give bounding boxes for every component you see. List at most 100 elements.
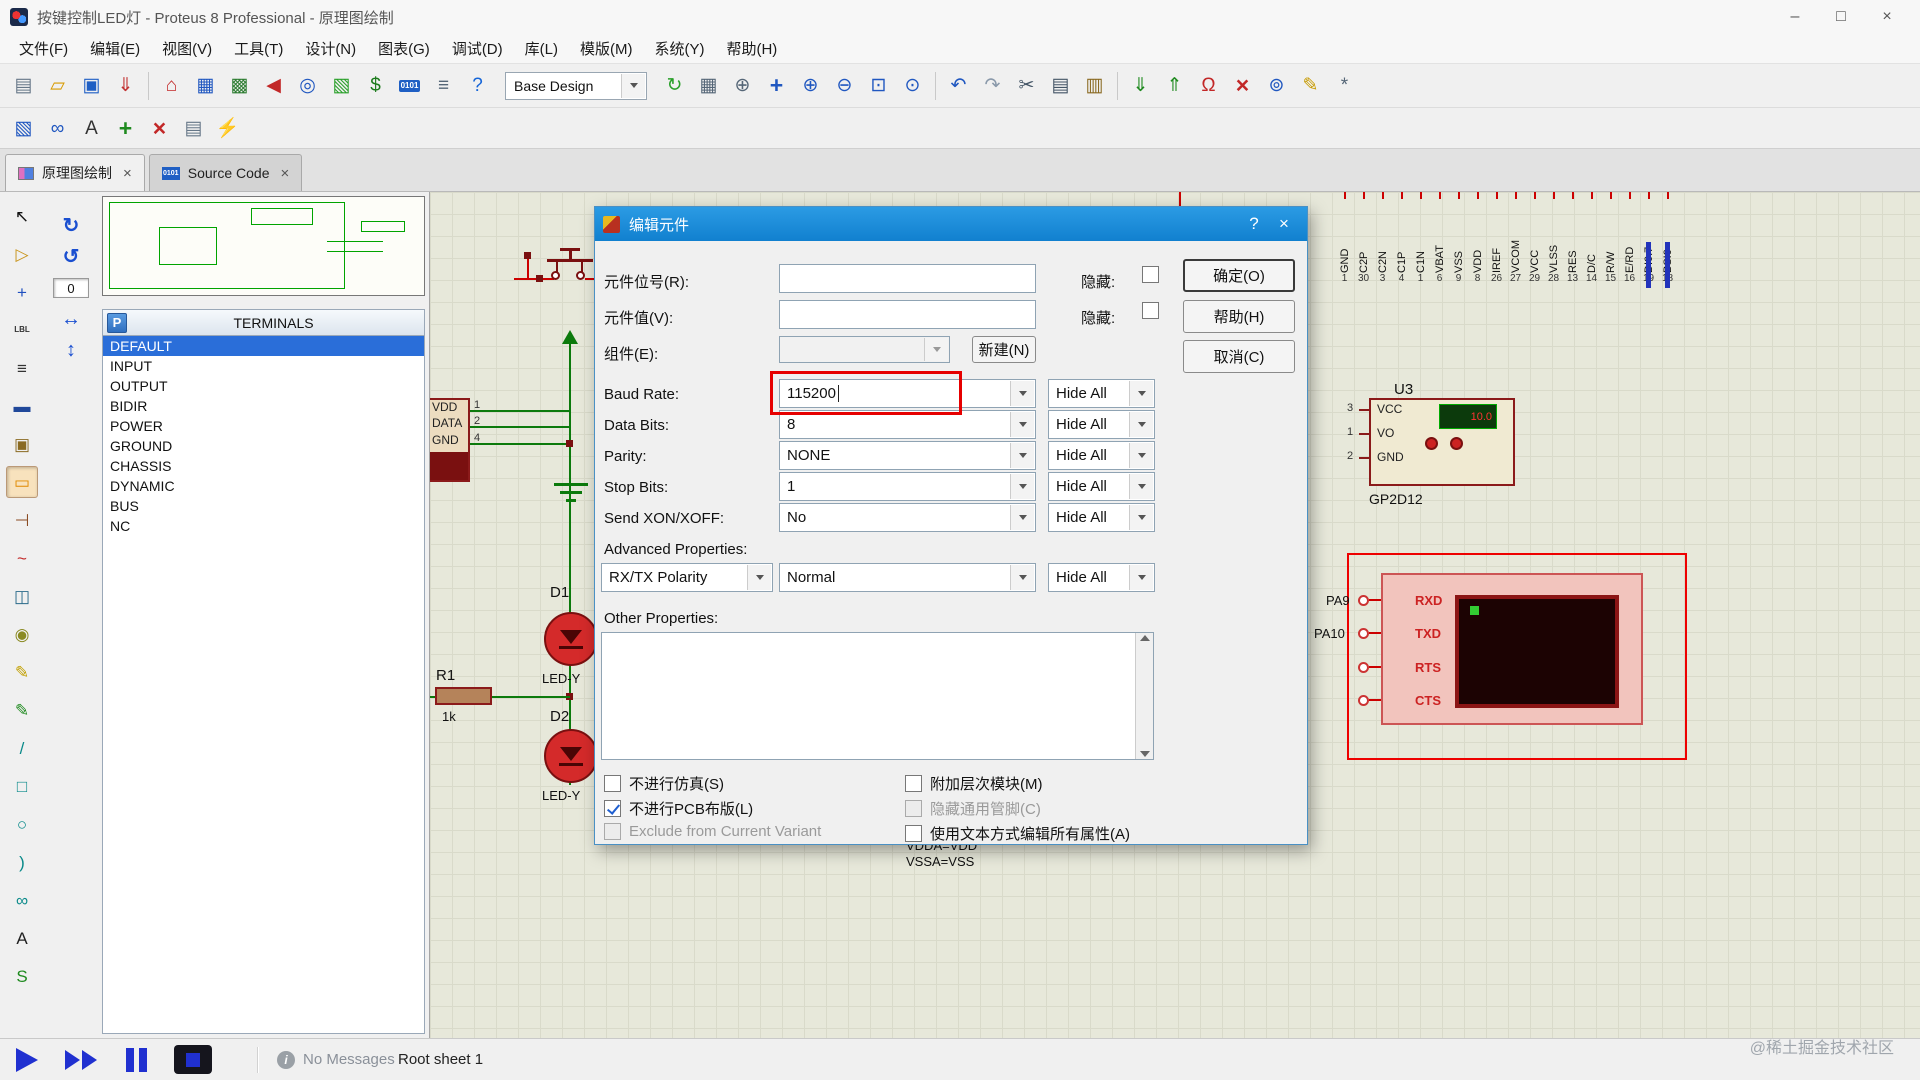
edit-all-properties-checkbox[interactable]: 使用文本方式编辑所有属性(A) [905,823,1130,844]
terminals-list-item[interactable]: BUS [103,496,424,516]
menu-item[interactable]: 图表(G) [367,34,441,63]
goto-sheet-icon[interactable]: ▤ [178,113,209,144]
paste-icon[interactable]: ▥ [1079,70,1110,101]
chevron-down-icon[interactable] [924,338,948,361]
part-ref-input[interactable] [779,264,1036,293]
undo-icon[interactable]: ↶ [943,70,974,101]
hide-value-checkbox[interactable] [1142,302,1159,319]
design-selector[interactable]: Base Design [505,71,647,100]
chevron-down-icon[interactable] [1129,565,1153,590]
tab-close-icon[interactable]: × [123,165,132,182]
menu-item[interactable]: 设计(N) [294,34,367,63]
menu-item[interactable]: 调试(D) [441,34,514,63]
redraw-icon[interactable]: ↻ [659,70,690,101]
chevron-down-icon[interactable] [1010,443,1034,468]
terminals-list-item[interactable]: DYNAMIC [103,476,424,496]
hide-ref-checkbox[interactable] [1142,266,1159,283]
hide-common-pins-checkbox[interactable]: 隐藏通用管脚(C) [905,798,1041,819]
text-2d-icon[interactable]: A [6,922,38,954]
dialog-help-button[interactable]: ? [1239,214,1269,234]
step-button[interactable] [65,1049,99,1070]
info-icon[interactable]: i [277,1050,295,1069]
property-edit-icon[interactable]: ✎ [1295,70,1326,101]
checkbox[interactable] [905,800,922,817]
rotate-ccw-icon[interactable]: ↺ [63,247,80,267]
remove-sheet-icon[interactable]: × [144,113,175,144]
terminals-list-item[interactable]: CHASSIS [103,456,424,476]
selection-mode-icon[interactable]: ↖ [6,200,38,232]
data-bits-visibility-combo[interactable]: Hide All [1048,410,1155,439]
wire-label-mode-icon[interactable]: LBL [6,314,38,346]
chevron-down-icon[interactable] [621,73,645,98]
xonxoff-combo[interactable]: No [779,503,1036,532]
design-notes-icon[interactable]: ≡ [428,70,459,101]
source-code-icon[interactable]: 0101 [394,70,425,101]
parity-visibility-combo[interactable]: Hide All [1048,441,1155,470]
block-move-icon[interactable]: ⇑ [1159,70,1190,101]
import-icon[interactable]: ⇓ [110,70,141,101]
terminals-list-item[interactable]: DEFAULT [103,336,424,356]
3d-view-icon[interactable]: ▧ [326,70,357,101]
path-2d-icon[interactable]: ∞ [6,884,38,916]
voltage-probe-mode-icon[interactable]: ✎ [6,656,38,688]
checkbox[interactable] [604,775,621,792]
checkbox[interactable] [604,823,621,840]
terminals-list-item[interactable]: POWER [103,416,424,436]
other-properties-textarea[interactable] [601,632,1154,760]
rotate-cw-icon[interactable]: ↻ [63,216,80,236]
stop-button[interactable] [174,1045,212,1074]
parity-combo[interactable]: NONE [779,441,1036,470]
oled-header[interactable]: GND 1 C2P 30 C2N 3 C1P 4 C1N 1 VBAT 6 VS… [1335,192,1677,287]
rotation-angle-field[interactable]: 0 [53,278,89,298]
scrollbar[interactable] [1135,633,1153,759]
terminals-mode-icon[interactable]: ▭ [6,466,38,498]
generator-mode-icon[interactable]: ◉ [6,618,38,650]
chevron-down-icon[interactable] [1010,381,1034,406]
chevron-down-icon[interactable] [1010,505,1034,530]
zoom-extents-icon[interactable]: ⊙ [897,70,928,101]
new-file-icon[interactable]: ▤ [8,70,39,101]
dialog-close-button[interactable]: × [1269,214,1299,234]
part-value-input[interactable] [779,300,1036,329]
design-config-icon[interactable]: * [1329,70,1360,101]
chevron-down-icon[interactable] [1010,474,1034,499]
menu-item[interactable]: 工具(T) [223,34,294,63]
origin-icon[interactable]: ⊕ [727,70,758,101]
terminals-list-item[interactable]: BIDIR [103,396,424,416]
menu-item[interactable]: 编辑(E) [79,34,151,63]
tab-source-code[interactable]: 0101 Source Code × [148,154,303,191]
device-pins-mode-icon[interactable]: ⊣ [6,504,38,536]
pick-terminals-button[interactable]: P [107,312,127,333]
dialog-titlebar[interactable]: 编辑元件 ? × [595,207,1307,241]
help-icon[interactable]: ? [462,70,493,101]
current-probe-mode-icon[interactable]: ✎ [6,694,38,726]
baud-rate-combo[interactable]: 115200 [779,379,1036,408]
new-element-button[interactable]: 新建(N) [972,336,1036,363]
save-icon[interactable]: ▣ [76,70,107,101]
junction-mode-icon[interactable]: + [6,276,38,308]
grid-toggle-icon[interactable]: ▦ [693,70,724,101]
exclude-simulation-checkbox[interactable]: 不进行仿真(S) [604,773,724,794]
template-icon[interactable]: ▧ [8,113,39,144]
menu-item[interactable]: 模版(M) [569,34,644,63]
terminals-list-item[interactable]: OUTPUT [103,376,424,396]
cut-icon[interactable]: ✂ [1011,70,1042,101]
chevron-down-icon[interactable] [1010,412,1034,437]
element-combo[interactable] [779,336,950,363]
resistor-body[interactable] [435,687,492,705]
bom-icon[interactable]: $ [360,70,391,101]
zoom-area-icon[interactable]: ⊡ [863,70,894,101]
chevron-down-icon[interactable] [1129,474,1153,499]
maximize-button[interactable]: □ [1818,8,1864,26]
tape-recorder-mode-icon[interactable]: ◫ [6,580,38,612]
mirror-vertical-icon[interactable]: ↕ [66,340,76,360]
schematic-capture-icon[interactable]: ▦ [190,70,221,101]
advanced-value-combo[interactable]: Normal [779,563,1036,592]
subcircuit-mode-icon[interactable]: ▣ [6,428,38,460]
menu-item[interactable]: 帮助(H) [715,34,788,63]
component-mode-icon[interactable]: ▷ [6,238,38,270]
stop-bits-visibility-combo[interactable]: Hide All [1048,472,1155,501]
chevron-down-icon[interactable] [1129,443,1153,468]
open-folder-icon[interactable]: ▱ [42,70,73,101]
terminals-list-item[interactable]: INPUT [103,356,424,376]
